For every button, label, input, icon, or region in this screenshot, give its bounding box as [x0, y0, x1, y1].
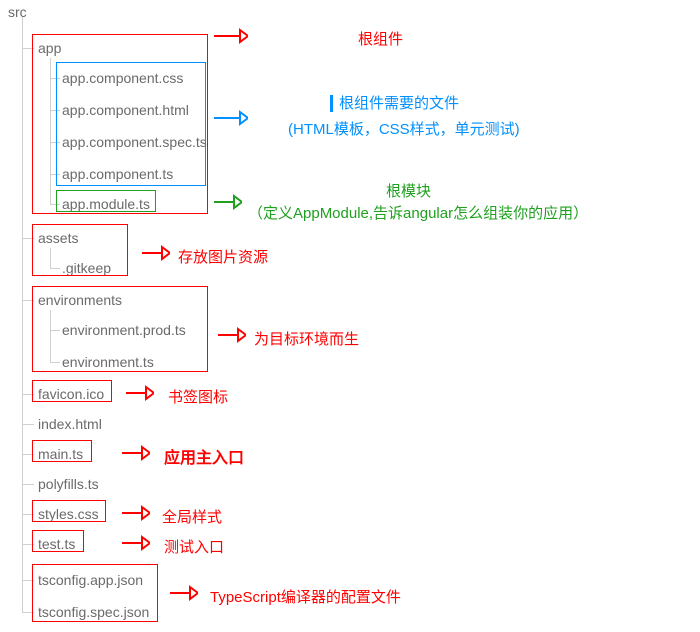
box-app-component: [56, 62, 206, 186]
arrow-main: [120, 444, 150, 462]
arrow-assets: [140, 244, 170, 262]
box-app-module: [56, 190, 156, 212]
note-root-module-1: 根模块: [386, 180, 431, 201]
arrow-favicon: [124, 384, 154, 402]
note-tsconfig: TypeScript编译器的配置文件: [210, 586, 401, 607]
node-index: index.html: [38, 416, 102, 432]
node-src: src: [8, 4, 27, 20]
box-favicon: [32, 380, 112, 402]
box-assets: [32, 224, 128, 276]
note-root-module-2: （定义AppModule,告诉angular怎么组装你的应用）: [248, 202, 588, 223]
arrow-tsconfig: [168, 584, 198, 602]
arrow-component-files: [212, 108, 248, 128]
box-test: [32, 530, 84, 552]
box-environments: [32, 286, 208, 372]
arrow-test: [120, 534, 150, 552]
arrow-environments: [216, 326, 246, 344]
box-tsconfig: [32, 564, 158, 622]
arrow-app-module: [212, 192, 242, 212]
note-root-component-files-1: 根组件需要的文件: [330, 92, 459, 113]
note-styles: 全局样式: [162, 506, 222, 527]
box-main: [32, 440, 92, 462]
node-polyfills: polyfills.ts: [38, 476, 99, 492]
note-test: 测试入口: [164, 536, 224, 557]
arrow-root-component: [212, 26, 248, 46]
note-environments: 为目标环境而生: [254, 328, 359, 349]
note-root-component: 根组件: [358, 28, 403, 49]
note-root-component-files-2: (HTML模板，CSS样式，单元测试): [288, 118, 520, 139]
note-favicon: 书签图标: [168, 386, 228, 407]
note-assets: 存放图片资源: [178, 246, 268, 267]
arrow-styles: [120, 504, 150, 522]
note-main: 应用主入口: [164, 444, 244, 468]
box-styles: [32, 500, 106, 522]
